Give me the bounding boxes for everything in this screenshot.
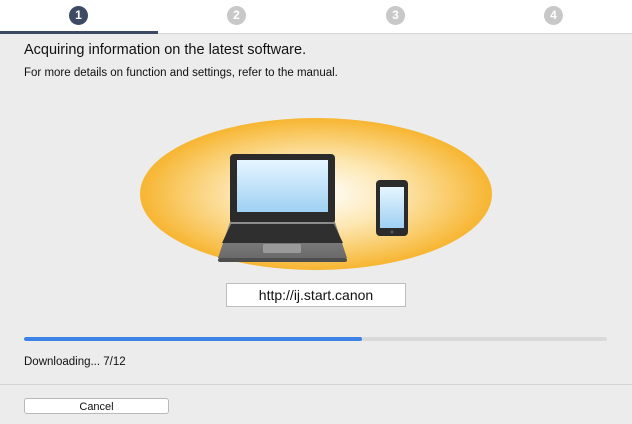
- footer-divider: [0, 384, 632, 385]
- smartphone-icon: [376, 180, 408, 236]
- cancel-button[interactable]: Cancel: [24, 398, 169, 414]
- download-status: Downloading... 7/12: [24, 356, 126, 368]
- download-progress-bar: [24, 337, 607, 341]
- laptop-icon: [218, 154, 347, 262]
- progress-fill: [24, 337, 363, 341]
- url-field: http://ij.start.canon: [226, 283, 406, 307]
